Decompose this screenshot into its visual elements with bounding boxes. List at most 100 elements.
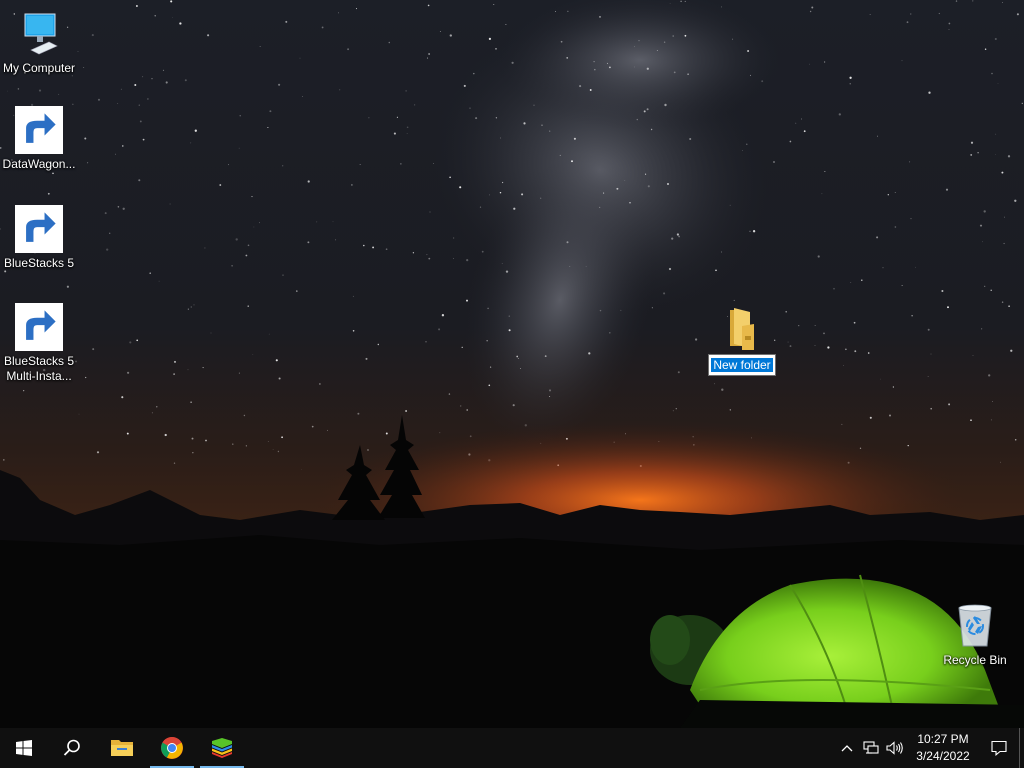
star xyxy=(449,176,451,179)
star xyxy=(251,196,253,198)
star xyxy=(296,290,298,292)
star xyxy=(747,50,750,52)
star xyxy=(473,72,475,75)
star xyxy=(941,289,944,293)
star xyxy=(608,331,611,334)
star xyxy=(981,328,983,330)
taskbar-bluestacks[interactable] xyxy=(198,728,246,768)
star xyxy=(321,26,324,29)
star xyxy=(487,307,489,310)
star xyxy=(245,445,247,447)
star xyxy=(190,306,192,308)
star xyxy=(505,270,509,273)
chrome-icon xyxy=(161,737,183,759)
start-button[interactable] xyxy=(0,728,48,768)
chevron-up-icon xyxy=(841,745,853,752)
star xyxy=(843,365,844,366)
star xyxy=(817,255,820,258)
star xyxy=(680,0,682,3)
star xyxy=(428,53,430,55)
star xyxy=(984,285,986,287)
star xyxy=(789,345,792,348)
star xyxy=(301,468,302,470)
star xyxy=(259,222,260,224)
star xyxy=(92,348,95,351)
star xyxy=(126,371,130,374)
star xyxy=(512,404,515,407)
star xyxy=(335,239,337,241)
star xyxy=(281,436,283,439)
star xyxy=(773,161,775,163)
star xyxy=(106,248,109,251)
show-desktop-button[interactable] xyxy=(1019,728,1024,768)
star xyxy=(668,267,672,271)
star xyxy=(479,206,482,208)
desktop-icon-new-folder[interactable]: New folder xyxy=(705,306,779,376)
star xyxy=(475,117,478,120)
star xyxy=(589,89,592,91)
star xyxy=(156,406,158,408)
star xyxy=(684,0,686,2)
star xyxy=(1008,305,1010,308)
star xyxy=(500,137,501,139)
action-center-button[interactable] xyxy=(979,728,1019,768)
shortcut-arrow-icon xyxy=(15,205,63,253)
star xyxy=(990,289,992,292)
desktop-icon-bluestacks-multi[interactable]: BlueStacks 5 Multi-Insta... xyxy=(0,303,78,384)
star xyxy=(267,126,269,129)
star xyxy=(927,328,930,331)
search-button[interactable] xyxy=(48,728,96,768)
star xyxy=(1004,216,1006,218)
star xyxy=(489,366,492,368)
taskbar-chrome[interactable] xyxy=(148,728,196,768)
clock[interactable]: 10:27 PM 3/24/2022 xyxy=(907,731,979,765)
star xyxy=(677,371,680,374)
star xyxy=(1014,199,1017,202)
star xyxy=(656,49,658,51)
desktop-icon-my-computer[interactable]: My Computer xyxy=(0,10,78,76)
star xyxy=(72,103,74,105)
star xyxy=(841,423,843,425)
star xyxy=(104,212,107,215)
star xyxy=(47,192,50,195)
star xyxy=(85,376,87,379)
star xyxy=(268,333,270,335)
star xyxy=(193,304,195,306)
star xyxy=(569,266,571,268)
desktop-icon-recycle-bin[interactable]: Recycle Bin xyxy=(936,602,1014,668)
star xyxy=(849,76,852,79)
star xyxy=(426,254,428,256)
star xyxy=(1010,349,1013,352)
star xyxy=(495,117,498,119)
taskbar-file-explorer[interactable] xyxy=(98,728,146,768)
star xyxy=(1003,242,1005,245)
star xyxy=(948,403,951,406)
star xyxy=(809,10,812,13)
desktop-icon-bluestacks[interactable]: BlueStacks 5 xyxy=(0,205,78,271)
star xyxy=(307,180,310,183)
star xyxy=(991,72,993,75)
rename-field[interactable]: New folder xyxy=(708,354,776,376)
star xyxy=(453,237,455,239)
star xyxy=(151,412,153,414)
star xyxy=(672,35,674,37)
star xyxy=(173,462,176,464)
star xyxy=(238,372,240,374)
star xyxy=(715,269,717,272)
desktop-icon-datawagon[interactable]: DataWagon... xyxy=(0,106,78,172)
network-button[interactable] xyxy=(859,728,883,768)
star xyxy=(749,230,751,232)
star xyxy=(58,93,60,95)
star xyxy=(982,241,983,243)
star xyxy=(911,315,913,317)
show-hidden-icons-button[interactable] xyxy=(835,728,859,768)
star xyxy=(787,341,789,343)
star xyxy=(154,15,156,17)
star xyxy=(136,339,139,342)
star xyxy=(664,103,667,107)
star xyxy=(909,161,911,163)
volume-button[interactable] xyxy=(883,728,907,768)
star xyxy=(139,120,142,123)
star xyxy=(947,306,949,309)
star xyxy=(882,267,884,269)
